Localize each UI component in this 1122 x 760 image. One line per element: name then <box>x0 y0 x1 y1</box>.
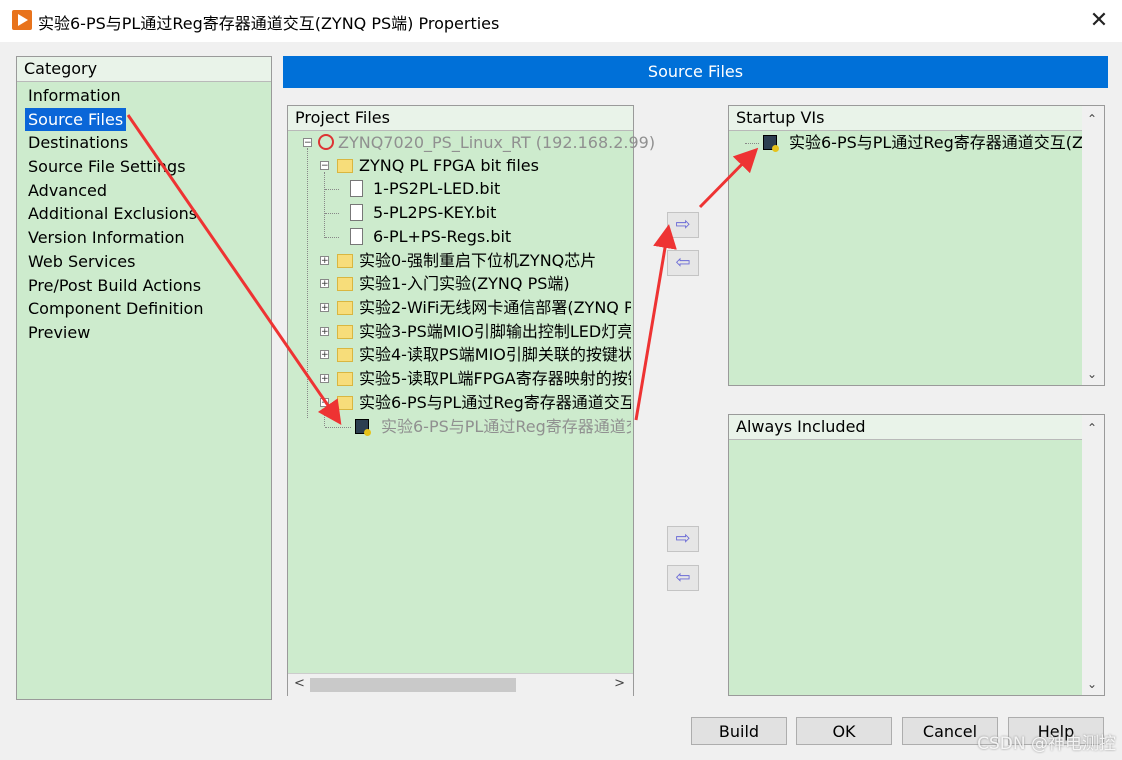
category-item-web-services[interactable]: Web Services <box>25 250 138 273</box>
horizontal-scrollbar[interactable]: < > <box>288 673 633 696</box>
collapse-icon[interactable]: − <box>320 398 329 408</box>
title-bar: 实验6-PS与PL通过Reg寄存器通道交互(ZYNQ PS端) Properti… <box>0 0 1122 42</box>
always-included-header: Always Included <box>729 415 1082 440</box>
tree-row-folder[interactable]: + 实验4-读取PS端MIO引脚关联的按键状 <box>296 344 631 366</box>
expand-icon[interactable]: + <box>320 350 329 360</box>
folder-icon <box>337 348 353 362</box>
tree-row-folder[interactable]: + 实验0-强制重启下位机ZYNQ芯片 <box>296 250 631 272</box>
category-header: Category <box>17 57 271 82</box>
category-item-source-file-settings[interactable]: Source File Settings <box>25 155 189 178</box>
target-label: ZYNQ7020_PS_Linux_RT (192.168.2.99) <box>338 133 656 152</box>
tree-row-folder[interactable]: + 实验1-入门实验(ZYNQ PS端) <box>296 273 631 295</box>
watermark: CSDN @神电测控 <box>977 734 1116 754</box>
category-panel: Category Information Source Files Destin… <box>16 56 272 700</box>
category-item-preview[interactable]: Preview <box>25 321 93 344</box>
labview-app-icon <box>12 10 32 30</box>
file-icon <box>350 204 363 221</box>
file-label: 1-PS2PL-LED.bit <box>373 179 501 198</box>
scroll-up-icon[interactable]: ⌃ <box>1087 421 1097 435</box>
category-item-pre-post-build-actions[interactable]: Pre/Post Build Actions <box>25 274 204 297</box>
scroll-thumb[interactable] <box>310 678 516 692</box>
expand-icon[interactable]: + <box>320 327 329 337</box>
folder-icon <box>337 301 353 315</box>
category-item-information[interactable]: Information <box>25 84 124 107</box>
always-included-panel: Always Included ⌃ ⌄ <box>728 414 1105 696</box>
startup-vi-item[interactable]: 实验6-PS与PL通过Reg寄存器通道交互(ZYN <box>737 132 1082 154</box>
tree-row-bitfile[interactable]: 5-PL2PS-KEY.bit <box>296 202 626 224</box>
vi-icon <box>355 419 371 436</box>
tree-row-folder-selected[interactable]: − 实验6-PS与PL通过Reg寄存器通道交互 <box>296 392 631 414</box>
folder-icon <box>337 372 353 386</box>
scroll-up-icon[interactable]: ⌃ <box>1087 112 1097 126</box>
remove-startup-vi-button[interactable]: ⇦ <box>667 250 699 276</box>
expand-icon[interactable]: + <box>320 279 329 289</box>
scroll-down-icon[interactable]: ⌄ <box>1087 367 1097 381</box>
folder-label: 实验1-入门实验(ZYNQ PS端) <box>359 274 570 293</box>
vertical-scrollbar[interactable]: ⌃ ⌄ <box>1082 415 1104 695</box>
expand-icon[interactable]: + <box>320 374 329 384</box>
startup-vis-panel: Startup VIs 实验6-PS与PL通过Reg寄存器通道交互(ZYN ⌃ … <box>728 105 1105 386</box>
tree-row-folder[interactable]: + 实验5-读取PL端FPGA寄存器映射的按键 <box>296 368 631 390</box>
scroll-right-icon[interactable]: > <box>614 676 625 691</box>
vi-icon <box>763 135 779 152</box>
category-item-destinations[interactable]: Destinations <box>25 131 131 154</box>
file-label: 5-PL2PS-KEY.bit <box>373 203 497 222</box>
project-files-header: Project Files <box>288 106 633 131</box>
file-label: 6-PL+PS-Regs.bit <box>373 227 512 246</box>
startup-vis-header: Startup VIs <box>729 106 1082 131</box>
build-button[interactable]: Build <box>691 717 787 745</box>
category-item-source-files[interactable]: Source Files <box>25 108 127 131</box>
scroll-down-icon[interactable]: ⌄ <box>1087 677 1097 691</box>
category-item-advanced[interactable]: Advanced <box>25 179 110 202</box>
category-item-component-definition[interactable]: Component Definition <box>25 297 206 320</box>
tree-row-bitfiles-folder[interactable]: − ZYNQ PL FPGA bit files <box>296 155 626 177</box>
folder-icon <box>337 325 353 339</box>
folder-label: 实验2-WiFi无线网卡通信部署(ZYNQ PS <box>359 298 631 317</box>
category-item-additional-exclusions[interactable]: Additional Exclusions <box>25 202 200 225</box>
close-button[interactable]: ✕ <box>1076 0 1122 42</box>
tree-row-bitfile[interactable]: 1-PS2PL-LED.bit <box>296 178 626 200</box>
collapse-icon[interactable]: − <box>320 161 329 171</box>
folder-label: 实验3-PS端MIO引脚输出控制LED灯亮 <box>359 322 631 341</box>
folder-icon <box>337 159 353 173</box>
file-icon <box>350 180 363 197</box>
add-startup-vi-button[interactable]: ⇨ <box>667 212 699 238</box>
folder-label: ZYNQ PL FPGA bit files <box>359 156 539 175</box>
expand-icon[interactable]: + <box>320 256 329 266</box>
section-banner: Source Files <box>283 56 1108 88</box>
folder-icon <box>337 396 353 410</box>
tree-row-folder[interactable]: + 实验2-WiFi无线网卡通信部署(ZYNQ PS <box>296 297 631 319</box>
window-title: 实验6-PS与PL通过Reg寄存器通道交互(ZYNQ PS端) Properti… <box>38 14 500 33</box>
tree-row-vi[interactable]: 实验6-PS与PL通过Reg寄存器通道交 <box>296 416 631 438</box>
tree-row-folder[interactable]: + 实验3-PS端MIO引脚输出控制LED灯亮 <box>296 321 631 343</box>
expand-icon[interactable]: + <box>320 303 329 313</box>
project-files-panel: Project Files − ZYNQ7020_PS_Linux_RT (19… <box>287 105 655 696</box>
file-icon <box>350 228 363 245</box>
annotation-arrow <box>634 224 677 421</box>
ok-button[interactable]: OK <box>796 717 892 745</box>
folder-label: 实验4-读取PS端MIO引脚关联的按键状 <box>359 345 631 364</box>
folder-icon <box>337 277 353 291</box>
vi-label: 实验6-PS与PL通过Reg寄存器通道交 <box>381 417 631 436</box>
remove-always-included-button[interactable]: ⇦ <box>667 565 699 591</box>
category-item-version-information[interactable]: Version Information <box>25 226 188 249</box>
folder-icon <box>337 254 353 268</box>
add-always-included-button[interactable]: ⇨ <box>667 526 699 552</box>
folder-label: 实验6-PS与PL通过Reg寄存器通道交互 <box>359 393 631 412</box>
tree-row-bitfile[interactable]: 6-PL+PS-Regs.bit <box>296 226 626 248</box>
collapse-icon[interactable]: − <box>303 138 312 148</box>
rt-target-icon <box>318 134 334 150</box>
folder-label: 实验0-强制重启下位机ZYNQ芯片 <box>359 251 597 270</box>
scroll-left-icon[interactable]: < <box>294 676 305 691</box>
tree-row-target[interactable]: − ZYNQ7020_PS_Linux_RT (192.168.2.99) <box>296 132 655 154</box>
folder-label: 实验5-读取PL端FPGA寄存器映射的按键 <box>359 369 631 388</box>
vertical-scrollbar[interactable]: ⌃ ⌄ <box>1082 106 1104 385</box>
startup-vi-label: 实验6-PS与PL通过Reg寄存器通道交互(ZYN <box>789 133 1082 152</box>
